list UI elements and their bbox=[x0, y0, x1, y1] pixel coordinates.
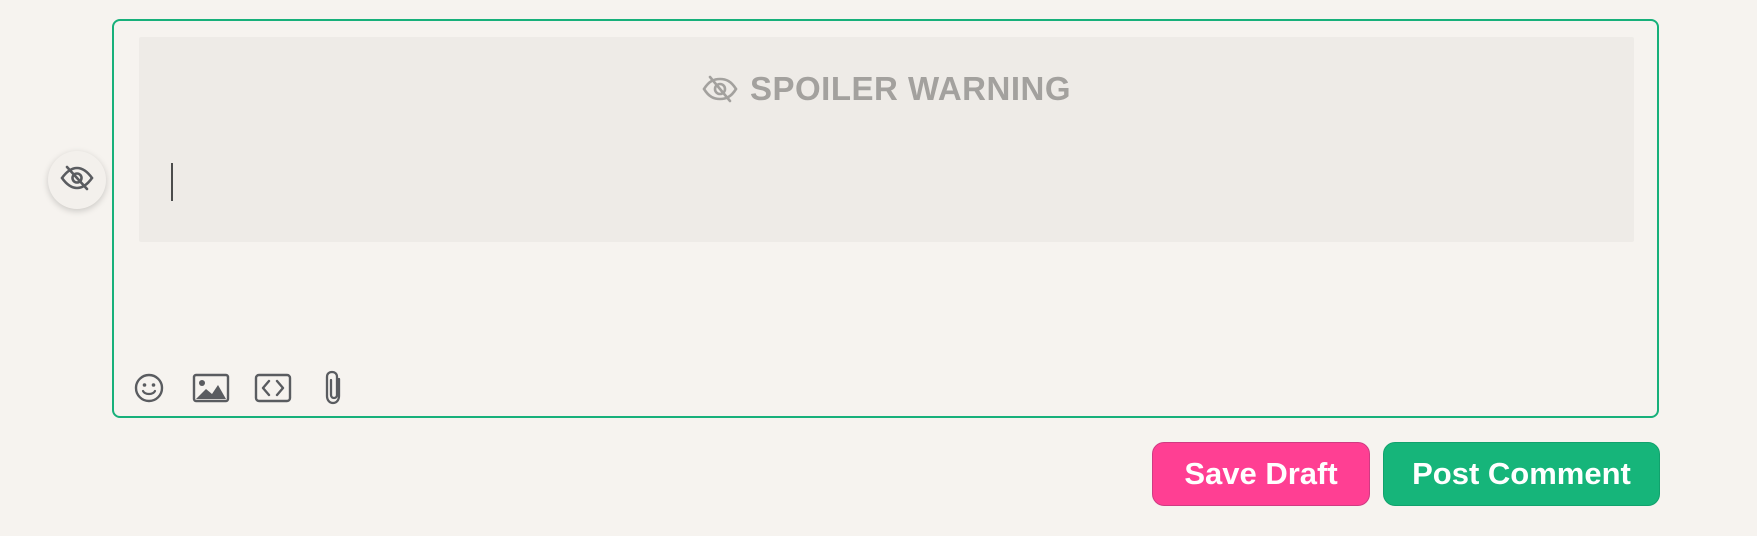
eye-slash-icon bbox=[60, 165, 94, 196]
smiley-icon bbox=[132, 371, 166, 410]
eye-slash-icon bbox=[702, 75, 738, 103]
image-icon bbox=[192, 372, 230, 409]
paperclip-icon bbox=[320, 369, 350, 412]
spoiler-label: SPOILER WARNING bbox=[139, 70, 1634, 108]
spoiler-toggle-button[interactable] bbox=[48, 151, 106, 209]
comment-actions: Save Draft Post Comment bbox=[1152, 442, 1660, 506]
emoji-button[interactable] bbox=[129, 370, 169, 410]
attach-file-button[interactable] bbox=[315, 370, 355, 410]
insert-code-button[interactable] bbox=[253, 370, 293, 410]
post-comment-button[interactable]: Post Comment bbox=[1383, 442, 1660, 506]
code-icon bbox=[254, 372, 292, 409]
spoiler-block: SPOILER WARNING bbox=[139, 37, 1634, 242]
save-draft-button[interactable]: Save Draft bbox=[1152, 442, 1370, 506]
comment-text-input[interactable] bbox=[164, 137, 1659, 258]
text-caret bbox=[171, 163, 173, 201]
spoiler-warning-text: SPOILER WARNING bbox=[749, 70, 1072, 107]
comment-editor[interactable]: SPOILER WARNING bbox=[112, 19, 1659, 418]
editor-toolbar bbox=[129, 370, 355, 410]
insert-image-button[interactable] bbox=[191, 370, 231, 410]
